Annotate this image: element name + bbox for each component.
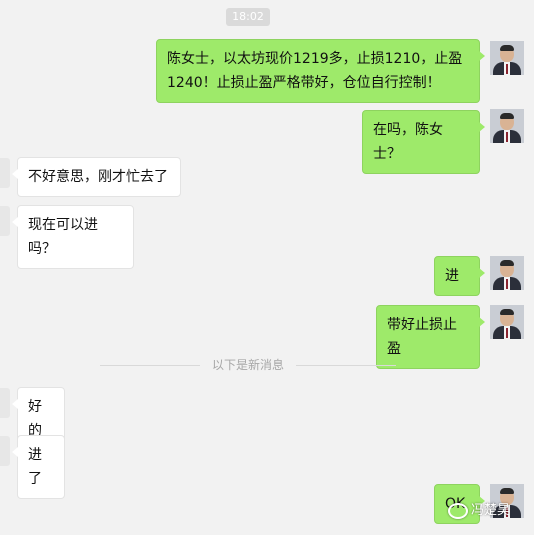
avatar[interactable] bbox=[0, 388, 10, 418]
avatar[interactable] bbox=[490, 109, 524, 143]
new-messages-divider: 以下是新消息 bbox=[211, 358, 284, 372]
message-bubble-incoming[interactable]: 现在可以进吗？ bbox=[12, 205, 134, 269]
timestamp: 18:02 bbox=[226, 8, 270, 26]
message-bubble-outgoing[interactable]: 在吗，陈女士？ bbox=[362, 110, 485, 174]
avatar[interactable] bbox=[490, 41, 524, 75]
wechat-icon bbox=[448, 502, 468, 519]
message-bubble-incoming[interactable]: 进了 bbox=[12, 435, 65, 499]
message-bubble-incoming[interactable]: 不好意思，刚才忙去了 bbox=[12, 157, 181, 197]
avatar[interactable] bbox=[490, 305, 524, 339]
avatar[interactable] bbox=[0, 436, 10, 466]
watermark: 冯楚昊 bbox=[448, 500, 510, 522]
message-bubble-outgoing[interactable]: 带好止损止盈 bbox=[376, 305, 485, 369]
watermark-text: 冯楚昊 bbox=[471, 503, 511, 518]
message-bubble-outgoing[interactable]: 陈女士，以太坊现价1219多，止损1210，止盈1240！止损止盈严格带好，仓位… bbox=[156, 39, 485, 103]
divider-line bbox=[100, 365, 200, 366]
divider-line bbox=[296, 365, 396, 366]
avatar[interactable] bbox=[490, 256, 524, 290]
avatar[interactable] bbox=[0, 206, 10, 236]
message-bubble-outgoing[interactable]: 进 bbox=[434, 256, 485, 296]
avatar[interactable] bbox=[0, 158, 10, 188]
